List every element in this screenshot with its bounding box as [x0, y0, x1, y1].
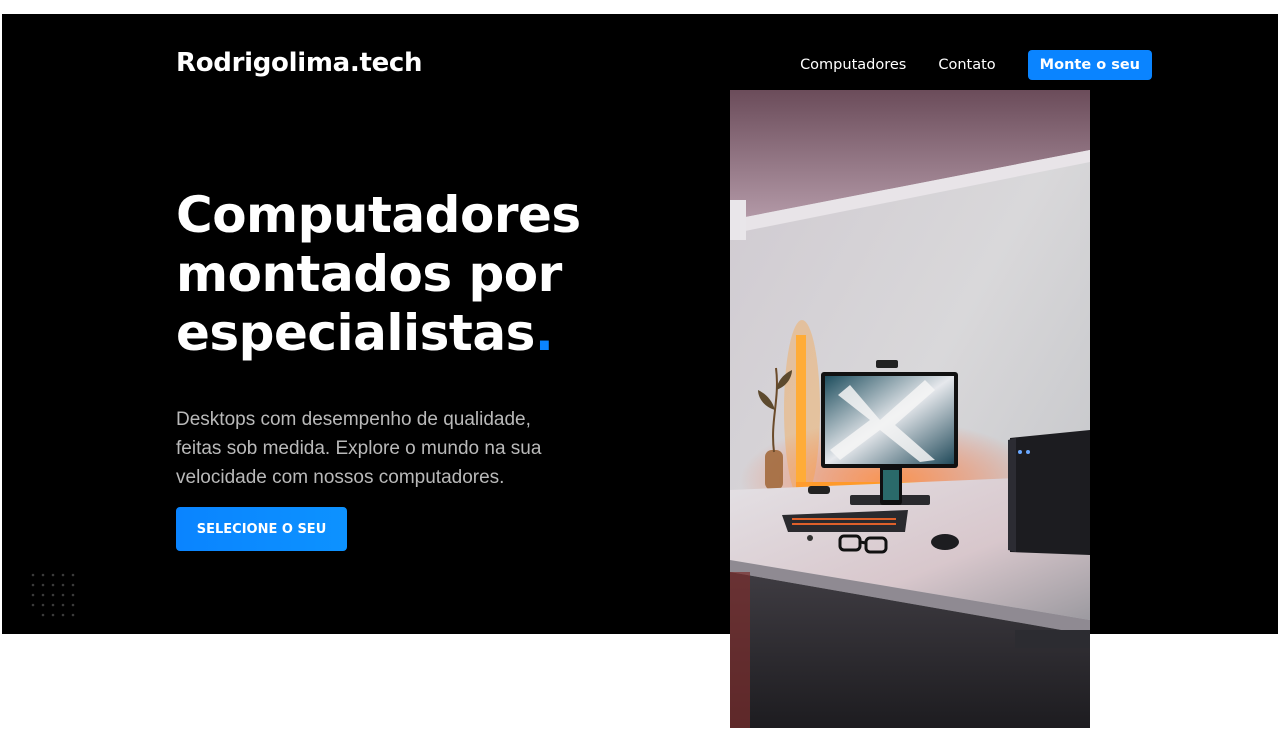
- nav-link-contact[interactable]: Contato: [938, 57, 995, 73]
- hero-title-line-1: Computadores: [176, 186, 581, 244]
- desk-setup-photo: [730, 90, 1090, 728]
- hero-subtitle: Desktops com desempenho de qualidade, fe…: [176, 409, 542, 488]
- desk-setup-illustration: [730, 90, 1090, 728]
- page: Rodrigolima.tech Computadores Contato Mo…: [0, 0, 1280, 730]
- nav-link-computers[interactable]: Computadores: [800, 57, 906, 73]
- hero-title-accent-dot: .: [534, 304, 554, 362]
- main-nav: Computadores Contato Monte o seu: [800, 50, 1152, 80]
- brand-logo[interactable]: Rodrigolima.tech: [176, 48, 423, 78]
- hero-title: Computadores montados por especialistas.: [176, 186, 716, 363]
- select-yours-button[interactable]: SELECIONE O SEU: [176, 507, 347, 551]
- dot-grid-decoration: [31, 573, 75, 617]
- hero-title-line-3: especialistas: [176, 304, 535, 362]
- hero-title-line-2: montados por: [176, 245, 562, 303]
- build-yours-button[interactable]: Monte o seu: [1027, 50, 1152, 80]
